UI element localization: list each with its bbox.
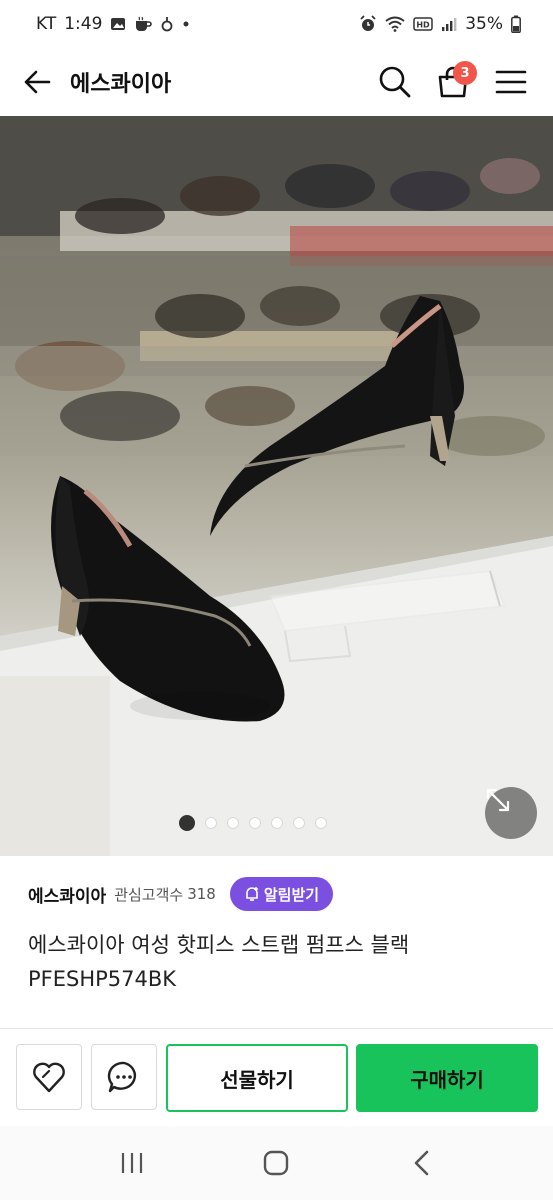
more-notifications-dot-icon [182, 20, 190, 28]
search-button[interactable] [373, 60, 417, 104]
home-icon [264, 1150, 289, 1176]
recent-apps-button[interactable] [102, 1133, 162, 1193]
gift-button[interactable]: 선물하기 [166, 1044, 348, 1112]
alarm-clock-icon [359, 15, 377, 33]
seller-row: 에스콰이아 관심고객수 318 알림받기 [28, 876, 334, 912]
buy-button[interactable]: 구매하기 [356, 1044, 538, 1112]
purchase-action-bar: 선물하기 구매하기 [0, 1044, 553, 1112]
chat-bubble-icon [107, 1061, 137, 1093]
menu-button[interactable] [489, 60, 533, 104]
product-image-gallery[interactable] [0, 116, 553, 856]
divider [0, 1028, 553, 1029]
subscribe-alarm-button[interactable]: 알림받기 [229, 877, 334, 911]
gallery-dot-2[interactable] [205, 817, 217, 829]
search-icon [379, 66, 411, 98]
gallery-notification-icon [110, 16, 126, 32]
app-notification-icon [160, 16, 174, 32]
system-back-icon [414, 1150, 429, 1176]
gallery-dot-3[interactable] [227, 817, 239, 829]
back-arrow-icon [24, 70, 51, 94]
svg-text:HD: HD [417, 21, 431, 30]
recent-apps-icon [122, 1153, 143, 1173]
status-left: KT 1:49 [36, 14, 190, 34]
carrier-label: KT [36, 14, 57, 34]
gallery-dot-5[interactable] [271, 817, 283, 829]
system-navigation-bar [0, 1126, 553, 1200]
battery-percent: 35% [465, 14, 503, 34]
wifi-icon [385, 16, 405, 32]
product-title: 에스콰이아 여성 핫피스 스트랩 펌프스 블랙 PFESHP574BK [28, 933, 410, 991]
alarm-label: 알림받기 [263, 885, 320, 904]
followers-label: 관심고객수 [114, 885, 184, 904]
cart-button[interactable]: 3 [431, 60, 477, 104]
store-title[interactable]: 에스콰이아 [70, 66, 359, 98]
battery-icon [511, 15, 521, 33]
gallery-dot-6[interactable] [293, 817, 305, 829]
gallery-pagination [0, 815, 553, 831]
wishlist-button[interactable] [16, 1044, 82, 1110]
app-header: 에스콰이아 3 [0, 48, 553, 116]
status-right: HD 35% [359, 14, 521, 34]
gallery-dot-7[interactable] [315, 817, 327, 829]
hamburger-menu-icon [495, 70, 527, 94]
bell-plus-icon [246, 887, 258, 901]
gallery-dot-1[interactable] [179, 815, 195, 831]
followers-count: 318 [187, 885, 216, 903]
product-photo [0, 116, 553, 856]
signal-icon [441, 16, 457, 32]
heart-icon [33, 1062, 65, 1093]
expand-icon [486, 788, 510, 812]
gallery-dot-4[interactable] [249, 817, 261, 829]
expand-image-button[interactable] [485, 787, 537, 839]
back-button[interactable] [20, 65, 54, 99]
seller-name[interactable]: 에스콰이아 [28, 882, 106, 907]
cart-count-badge: 3 [453, 61, 477, 85]
hd-voice-icon: HD [413, 17, 433, 31]
chat-button[interactable] [91, 1044, 157, 1110]
clock: 1:49 [64, 14, 103, 34]
coffee-notification-icon [134, 16, 153, 32]
system-back-button[interactable] [391, 1133, 451, 1193]
home-button[interactable] [246, 1133, 306, 1193]
status-bar: KT 1:49 HD 35% [0, 0, 553, 48]
